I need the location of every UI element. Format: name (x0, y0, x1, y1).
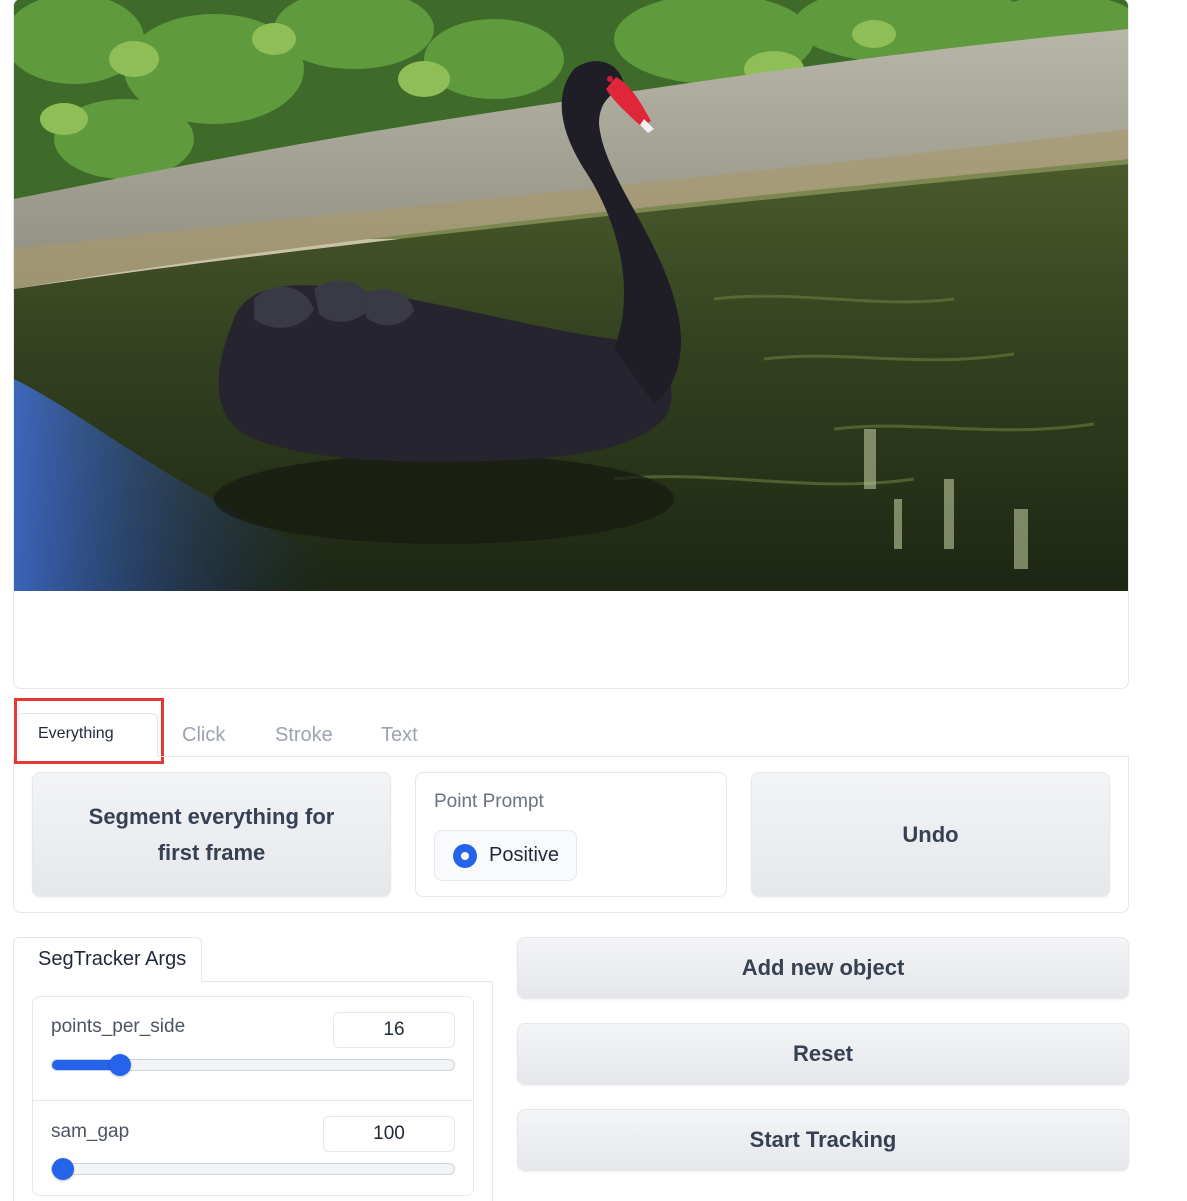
radio-selected-icon[interactable] (453, 844, 477, 868)
sam-gap-label: sam_gap (51, 1121, 130, 1142)
add-new-object-button[interactable]: Add new object (517, 937, 1129, 999)
sam-gap-slider[interactable] (51, 1163, 455, 1175)
points-per-side-input[interactable]: 16 (333, 1012, 455, 1048)
tab-click[interactable]: Click (182, 724, 225, 750)
args-divider (33, 1100, 473, 1101)
image-preview-panel (13, 0, 1129, 689)
positive-radio-label[interactable]: Positive (489, 844, 559, 867)
tab-segtracker-args[interactable]: SegTracker Args (13, 937, 202, 982)
points-per-side-label: points_per_side (51, 1016, 186, 1037)
start-tracking-button[interactable]: Start Tracking (517, 1109, 1129, 1171)
video-frame-black-swan[interactable] (14, 0, 1129, 591)
args-tab-divider (201, 981, 493, 982)
points-per-side-slider-thumb[interactable] (108, 1054, 131, 1076)
point-prompt-label: Point Prompt (434, 791, 544, 812)
tab-everything[interactable]: Everything (15, 713, 158, 757)
tab-text[interactable]: Text (381, 724, 418, 750)
tab-stroke[interactable]: Stroke (275, 724, 333, 750)
undo-button[interactable]: Undo (751, 772, 1110, 897)
reset-button[interactable]: Reset (517, 1023, 1129, 1085)
segment-everything-button[interactable]: Segment everything for first frame (32, 772, 391, 897)
sam-gap-input[interactable]: 100 (323, 1116, 455, 1152)
